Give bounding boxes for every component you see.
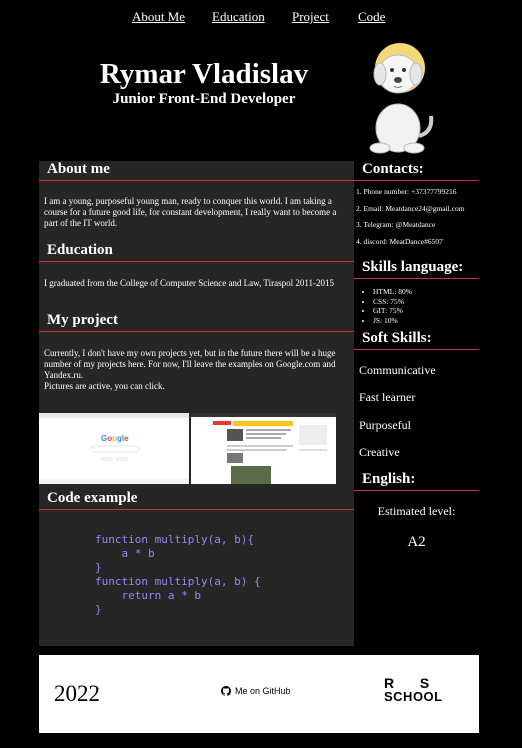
project-header: My project <box>39 312 354 332</box>
yandex-preview-graphic <box>191 413 336 484</box>
skills-title: Skills language: <box>362 259 464 275</box>
soft-skill-item: Fast learner <box>359 390 416 404</box>
rs-school-logo[interactable]: R S SCHOOL <box>384 676 454 706</box>
skill-item: HTML: 80% <box>373 287 473 297</box>
contacts-title: Contacts: <box>362 161 424 177</box>
education-text: I graduated from the College of Computer… <box>44 278 335 288</box>
soft-skill-item: Communicative <box>359 363 436 377</box>
contact-discord: 4. discord: MeatDance#6507 <box>356 237 443 246</box>
svg-text:Google: Google <box>101 434 129 443</box>
code-line-4: function multiply(a, b) { <box>95 575 261 588</box>
contact-email[interactable]: 2. Email: Meatdance24@gmail.com <box>356 204 481 213</box>
soft-skill-item: Purposeful <box>359 418 411 432</box>
github-icon <box>221 686 231 696</box>
about-text: I am a young, purposeful young man, read… <box>44 196 337 228</box>
footer: 2022 Me on GitHub R S SCHOOL <box>39 655 479 733</box>
education-header: Education <box>39 242 354 262</box>
english-title: English: <box>362 471 416 487</box>
project-text: Currently, I don't have my own projects … <box>44 348 336 380</box>
about-header: About me <box>39 161 354 181</box>
skill-item: GIT: 75% <box>373 306 473 316</box>
code-line-6: } <box>95 603 102 616</box>
rs-logo-top: R S <box>384 675 436 691</box>
english-header: English: <box>354 471 479 491</box>
about-title: About me <box>47 161 110 177</box>
project-hint: Pictures are active, you can click. <box>44 381 165 391</box>
project-title: My project <box>47 312 118 328</box>
skills-header: Skills language: <box>354 259 479 279</box>
dog-avatar <box>369 43 434 154</box>
soft-skills-header: Soft Skills: <box>354 330 479 350</box>
skill-item: CSS: 75% <box>373 297 473 307</box>
yandex-example-image[interactable] <box>191 413 336 484</box>
page-title: Rymar Vladislav <box>99 58 309 90</box>
soft-skills-title: Soft Skills: <box>362 330 432 346</box>
skills-list: HTML: 80% CSS: 75% GIT: 75% JS: 10% <box>373 287 473 325</box>
code-block: function multiply(a, b){ a * b } functio… <box>95 533 261 617</box>
nav-link-education[interactable]: Education <box>212 9 265 25</box>
code-header: Code example <box>39 490 354 510</box>
contact-phone: 1. Phone number: +37377799216 <box>356 187 457 196</box>
contact-telegram[interactable]: 3. Telegram: @Meatdance <box>356 220 481 229</box>
code-title: Code example <box>47 490 138 506</box>
google-preview-graphic: Google <box>39 413 189 484</box>
english-estimated-label: Estimated level: <box>377 504 456 518</box>
page-subtitle: Junior Front-End Developer <box>112 91 296 107</box>
footer-year: 2022 <box>54 681 100 706</box>
nav-link-about[interactable]: About Me <box>132 9 185 25</box>
top-nav: About Me Education Project Code <box>0 9 522 27</box>
code-line-5: return a * b <box>95 589 201 602</box>
english-level: A2 <box>407 534 426 550</box>
google-example-image[interactable]: Google <box>39 413 189 484</box>
rs-logo-bottom: SCHOOL <box>384 689 443 704</box>
github-link[interactable]: Me on GitHub <box>221 686 291 696</box>
code-line-1: function multiply(a, b){ <box>95 533 254 546</box>
github-link-label: Me on GitHub <box>235 686 291 696</box>
soft-skill-item: Creative <box>359 445 400 459</box>
contacts-header: Contacts: <box>354 161 479 181</box>
nav-link-project[interactable]: Project <box>292 9 329 25</box>
nav-link-code[interactable]: Code <box>358 9 385 25</box>
code-line-3: } <box>95 561 102 574</box>
skill-item: JS: 10% <box>373 316 473 326</box>
education-title: Education <box>47 242 113 258</box>
code-line-2: a * b <box>95 547 155 560</box>
